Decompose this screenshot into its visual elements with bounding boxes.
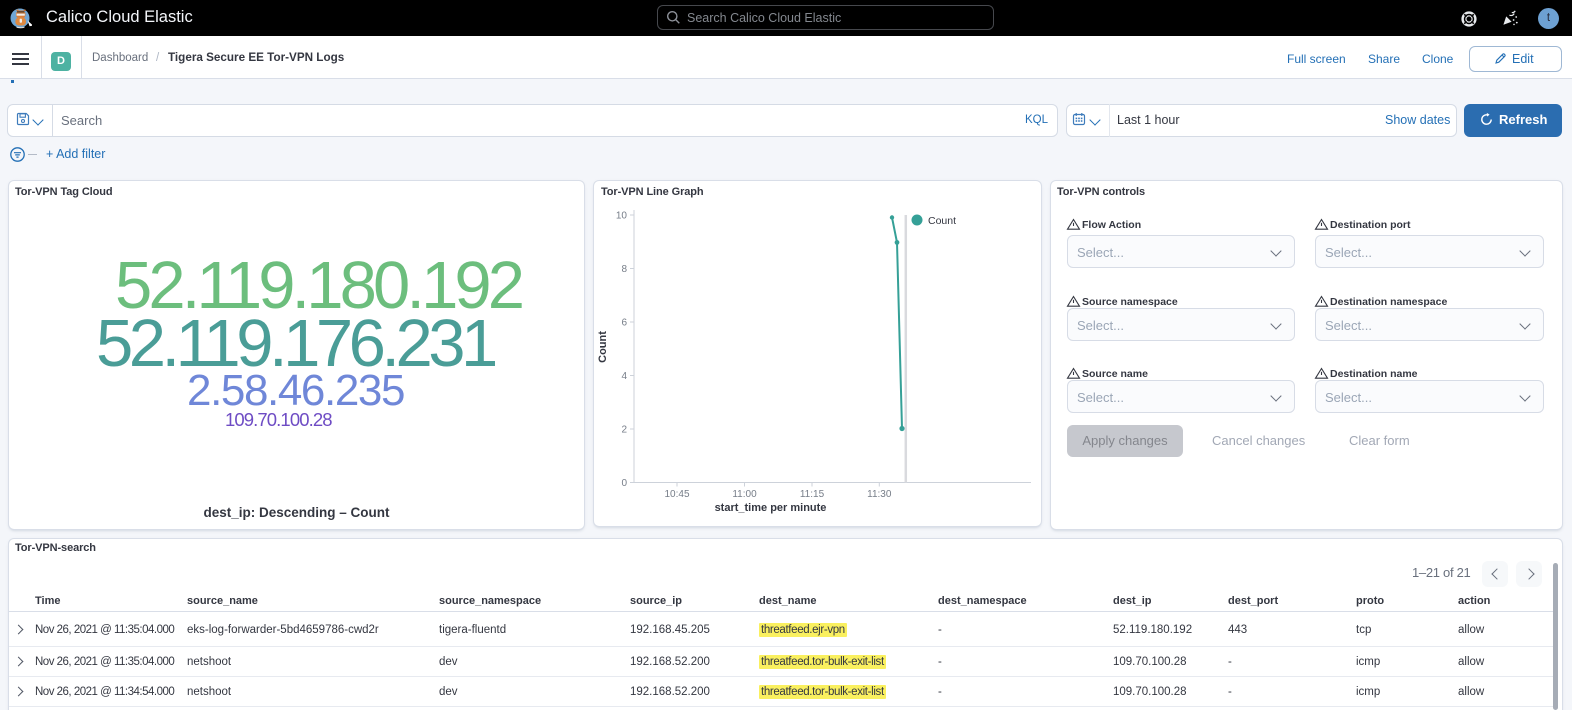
svg-text:11:30: 11:30 [867, 489, 892, 500]
svg-text:start_time per minute: start_time per minute [715, 502, 827, 514]
svg-text:11:15: 11:15 [800, 489, 825, 500]
svg-text:10: 10 [616, 211, 628, 222]
svg-text:10:45: 10:45 [664, 489, 689, 500]
svg-text:0: 0 [621, 478, 627, 489]
svg-text:6: 6 [621, 318, 627, 329]
svg-text:Count: Count [597, 331, 609, 363]
svg-text:8: 8 [621, 264, 627, 275]
svg-text:2: 2 [621, 425, 627, 436]
svg-text:4: 4 [621, 371, 627, 382]
svg-text:11:00: 11:00 [732, 489, 757, 500]
svg-text:Count: Count [928, 215, 956, 227]
